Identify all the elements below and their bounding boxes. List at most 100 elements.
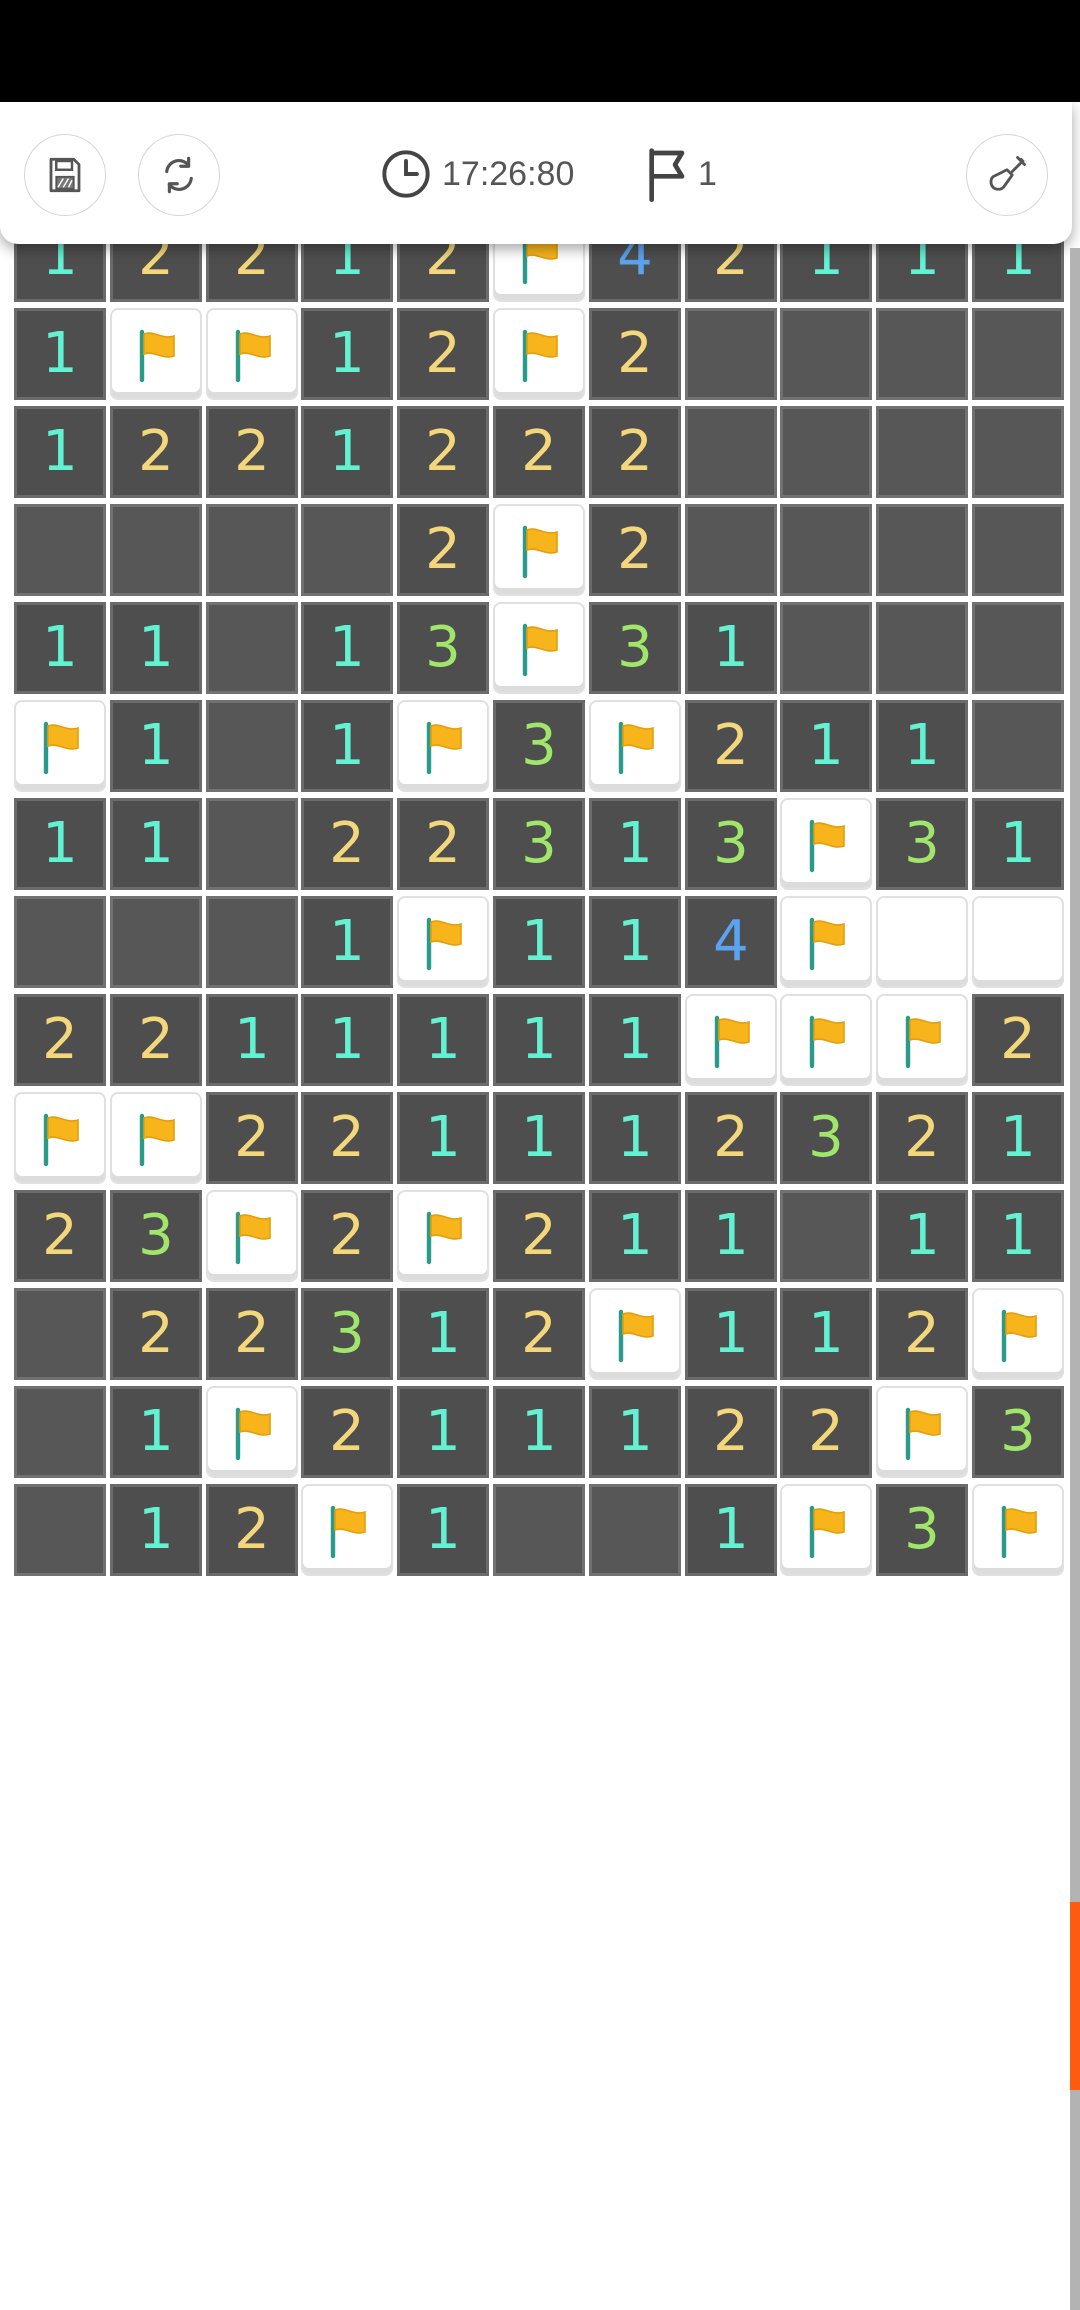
covered-cell[interactable] xyxy=(972,700,1064,792)
covered-cell[interactable] xyxy=(206,896,298,988)
number-cell[interactable]: 1 xyxy=(110,602,202,694)
number-cell[interactable]: 1 xyxy=(206,994,298,1086)
number-cell[interactable]: 1 xyxy=(301,602,393,694)
number-cell[interactable]: 1 xyxy=(589,896,681,988)
number-cell[interactable]: 1 xyxy=(301,994,393,1086)
number-cell[interactable]: 1 xyxy=(685,602,777,694)
covered-cell[interactable] xyxy=(876,602,968,694)
number-cell[interactable]: 1 xyxy=(493,896,585,988)
number-cell[interactable]: 2 xyxy=(876,1288,968,1380)
number-cell[interactable]: 1 xyxy=(397,1288,489,1380)
number-cell[interactable]: 2 xyxy=(301,798,393,890)
number-cell[interactable]: 2 xyxy=(206,1092,298,1184)
covered-cell[interactable] xyxy=(972,504,1064,596)
number-cell[interactable]: 1 xyxy=(14,602,106,694)
number-cell[interactable]: 2 xyxy=(301,1190,393,1282)
number-cell[interactable]: 2 xyxy=(397,504,489,596)
flagged-cell[interactable] xyxy=(206,1190,298,1282)
number-cell[interactable]: 2 xyxy=(589,308,681,400)
number-cell[interactable]: 2 xyxy=(780,1386,872,1478)
number-cell[interactable]: 3 xyxy=(301,1288,393,1380)
number-cell[interactable]: 3 xyxy=(397,602,489,694)
covered-cell[interactable] xyxy=(780,308,872,400)
number-cell[interactable]: 3 xyxy=(685,798,777,890)
covered-cell[interactable] xyxy=(301,504,393,596)
flagged-cell[interactable] xyxy=(685,994,777,1086)
number-cell[interactable]: 1 xyxy=(110,700,202,792)
number-cell[interactable]: 1 xyxy=(780,700,872,792)
empty-cell[interactable] xyxy=(972,896,1064,988)
number-cell[interactable]: 1 xyxy=(110,1386,202,1478)
flagged-cell[interactable] xyxy=(493,602,585,694)
scrollbar-thumb[interactable] xyxy=(1070,1902,1080,2090)
covered-cell[interactable] xyxy=(206,700,298,792)
number-cell[interactable]: 1 xyxy=(685,1484,777,1576)
covered-cell[interactable] xyxy=(780,1190,872,1282)
number-cell[interactable]: 1 xyxy=(110,1484,202,1576)
number-cell[interactable]: 2 xyxy=(206,406,298,498)
number-cell[interactable]: 2 xyxy=(110,1288,202,1380)
number-cell[interactable]: 1 xyxy=(972,1190,1064,1282)
covered-cell[interactable] xyxy=(972,406,1064,498)
number-cell[interactable]: 1 xyxy=(397,1092,489,1184)
covered-cell[interactable] xyxy=(685,406,777,498)
flagged-cell[interactable] xyxy=(780,896,872,988)
number-cell[interactable]: 2 xyxy=(876,1092,968,1184)
flagged-cell[interactable] xyxy=(206,308,298,400)
number-cell[interactable]: 1 xyxy=(397,994,489,1086)
number-cell[interactable]: 2 xyxy=(493,1190,585,1282)
number-cell[interactable]: 2 xyxy=(14,994,106,1086)
flagged-cell[interactable] xyxy=(876,1386,968,1478)
number-cell[interactable]: 3 xyxy=(972,1386,1064,1478)
covered-cell[interactable] xyxy=(876,406,968,498)
number-cell[interactable]: 3 xyxy=(876,1484,968,1576)
number-cell[interactable]: 2 xyxy=(685,1092,777,1184)
flagged-cell[interactable] xyxy=(110,308,202,400)
number-cell[interactable]: 1 xyxy=(397,1484,489,1576)
flagged-cell[interactable] xyxy=(972,1288,1064,1380)
covered-cell[interactable] xyxy=(110,896,202,988)
covered-cell[interactable] xyxy=(972,602,1064,694)
number-cell[interactable]: 1 xyxy=(780,1288,872,1380)
covered-cell[interactable] xyxy=(110,504,202,596)
covered-cell[interactable] xyxy=(972,308,1064,400)
flagged-cell[interactable] xyxy=(876,994,968,1086)
number-cell[interactable]: 1 xyxy=(589,994,681,1086)
covered-cell[interactable] xyxy=(14,504,106,596)
number-cell[interactable]: 2 xyxy=(685,700,777,792)
restart-button[interactable] xyxy=(138,134,220,216)
number-cell[interactable]: 2 xyxy=(206,1484,298,1576)
number-cell[interactable]: 2 xyxy=(397,798,489,890)
flagged-cell[interactable] xyxy=(972,1484,1064,1576)
number-cell[interactable]: 2 xyxy=(110,406,202,498)
covered-cell[interactable] xyxy=(589,1484,681,1576)
flagged-cell[interactable] xyxy=(14,700,106,792)
number-cell[interactable]: 2 xyxy=(685,1386,777,1478)
flagged-cell[interactable] xyxy=(780,994,872,1086)
number-cell[interactable]: 1 xyxy=(589,1092,681,1184)
number-cell[interactable]: 1 xyxy=(110,798,202,890)
flagged-cell[interactable] xyxy=(493,308,585,400)
number-cell[interactable]: 1 xyxy=(685,1190,777,1282)
number-cell[interactable]: 2 xyxy=(301,1386,393,1478)
empty-cell[interactable] xyxy=(876,896,968,988)
number-cell[interactable]: 1 xyxy=(493,1092,585,1184)
covered-cell[interactable] xyxy=(780,504,872,596)
number-cell[interactable]: 1 xyxy=(301,896,393,988)
number-cell[interactable]: 3 xyxy=(589,602,681,694)
covered-cell[interactable] xyxy=(685,504,777,596)
flagged-cell[interactable] xyxy=(589,1288,681,1380)
number-cell[interactable]: 2 xyxy=(493,406,585,498)
number-cell[interactable]: 2 xyxy=(972,994,1064,1086)
number-cell[interactable]: 3 xyxy=(780,1092,872,1184)
flagged-cell[interactable] xyxy=(780,798,872,890)
covered-cell[interactable] xyxy=(206,602,298,694)
flagged-cell[interactable] xyxy=(206,1386,298,1478)
number-cell[interactable]: 2 xyxy=(14,1190,106,1282)
number-cell[interactable]: 1 xyxy=(301,308,393,400)
covered-cell[interactable] xyxy=(876,504,968,596)
covered-cell[interactable] xyxy=(493,1484,585,1576)
number-cell[interactable]: 4 xyxy=(685,896,777,988)
number-cell[interactable]: 1 xyxy=(876,700,968,792)
covered-cell[interactable] xyxy=(14,1386,106,1478)
